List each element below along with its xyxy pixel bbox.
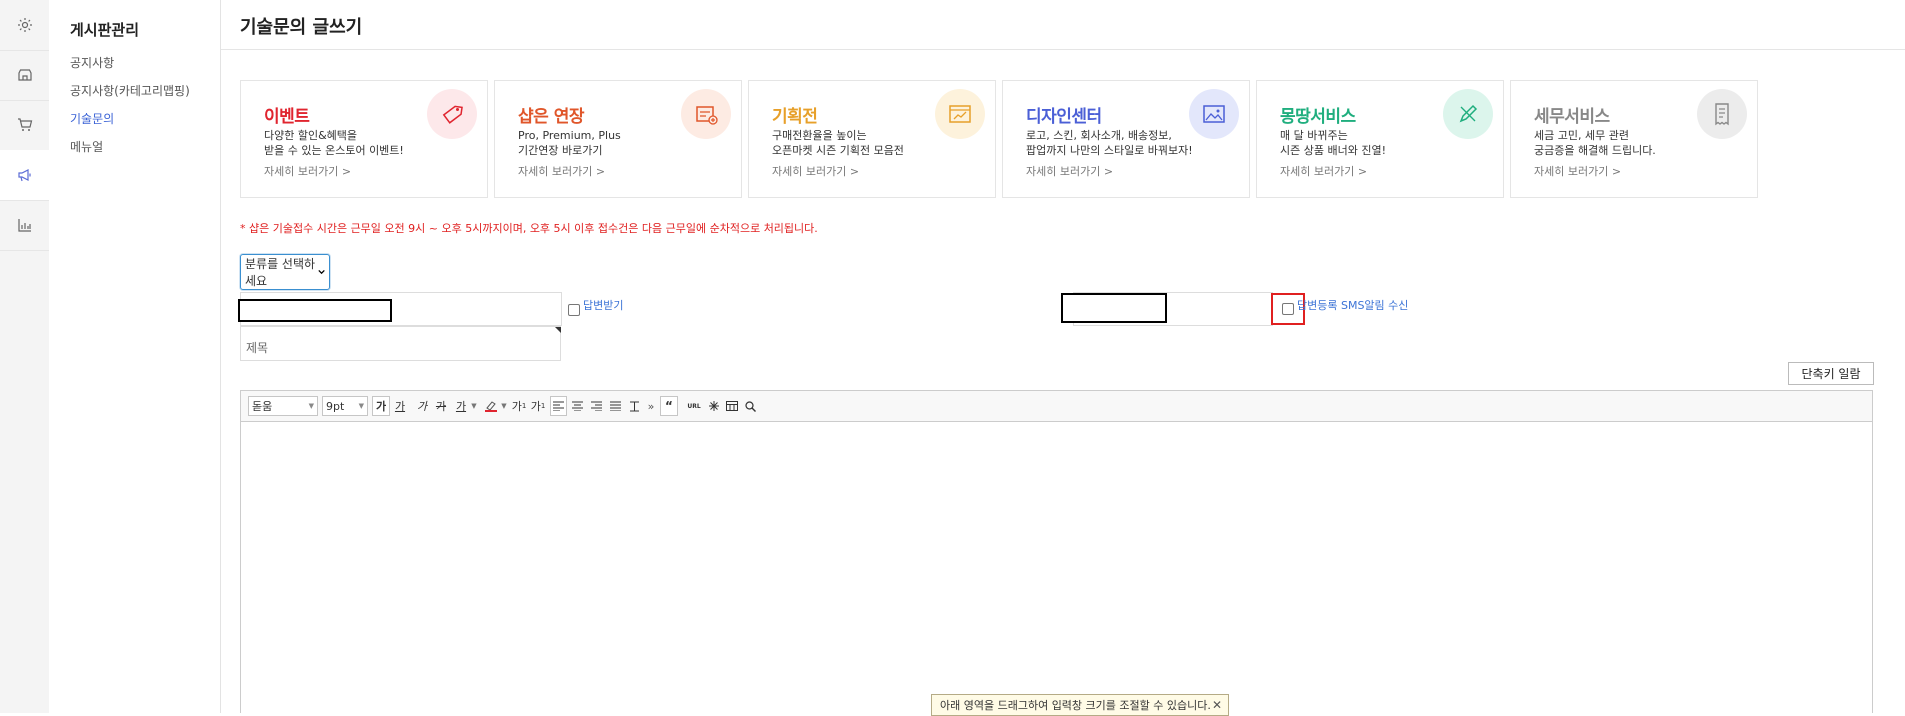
bold-button[interactable]: 가 [372, 396, 390, 416]
card-desc: 다양한 할인&혜택을 받을 수 있는 온스토어 이벤트! [264, 129, 404, 157]
asterisk-icon [709, 401, 719, 411]
bar-chart-icon [17, 219, 31, 232]
calendar-plus-icon [681, 89, 731, 139]
chevron-down-icon [318, 269, 325, 275]
card-tax-service[interactable]: 세무서비스 세금 고민, 세무 관련 궁금증을 해결해 드립니다. 자세히 보러가… [1510, 80, 1758, 198]
trend-chart-icon [935, 89, 985, 139]
find-button[interactable] [742, 396, 758, 416]
special-char-button[interactable] [706, 396, 722, 416]
phone-input[interactable] [1061, 293, 1167, 323]
sidebar: 게시판관리 공지사항 공지사항(카테고리맵핑) 기술문의 메뉴얼 [49, 0, 221, 713]
card-extension[interactable]: 샵은 연장 Pro, Premium, Plus 기간연장 바로가기 자세히 보러… [494, 80, 742, 198]
card-title: 디자인센터 [1026, 107, 1102, 127]
sms-label[interactable]: 답변등록 SMS알림 수신 [1297, 297, 1408, 313]
gear-icon [17, 18, 32, 32]
close-icon[interactable]: ✕ [1212, 698, 1222, 712]
image-icon [1189, 89, 1239, 139]
line-height-icon [630, 401, 639, 411]
category-select-value: 분류를 선택하세요 [245, 257, 316, 288]
cart-icon [17, 118, 32, 131]
subscript-button[interactable]: 가1 [529, 396, 547, 416]
reply-label[interactable]: 답변받기 [583, 297, 623, 313]
rich-text-editor[interactable]: 돋움 ▼ 9pt ▼ 가 가 가 가 가 ▼ ▼ 가1 가1 » “ URL 아… [240, 390, 1873, 716]
card-desc: 매 달 바뀌주는 시즌 상품 배너와 진열! [1280, 129, 1386, 157]
pencil-ruler-icon [1443, 89, 1493, 139]
highlight-icon [485, 401, 497, 412]
card-desc: 로고, 스킨, 회사소개, 배송정보, 팝업까지 나만의 스타일로 바꿔보자! [1026, 129, 1193, 157]
align-right-button[interactable] [588, 396, 605, 416]
receipt-icon [1697, 89, 1747, 139]
icon-rail [0, 0, 50, 713]
more-tools-icon[interactable]: » [646, 396, 656, 416]
highlight-dropdown-icon[interactable]: ▼ [500, 396, 508, 416]
strike-button[interactable]: 가 [432, 396, 450, 416]
underline-button[interactable]: 가 [391, 396, 409, 416]
megaphone-icon [17, 169, 31, 182]
align-justify-button[interactable] [607, 396, 624, 416]
reply-checkbox[interactable] [568, 304, 580, 316]
card-title: 이벤트 [264, 107, 310, 127]
font-size-dropdown[interactable]: 9pt ▼ [322, 396, 368, 416]
align-left-icon [553, 401, 564, 411]
font-color-dropdown-icon[interactable]: ▼ [470, 396, 478, 416]
card-exhibition[interactable]: 기획전 구매전환율을 높이는 오픈마켓 시즌 기획전 모음전 자세히 보러가기 > [748, 80, 996, 198]
sidebar-item-notice-category[interactable]: 공지사항(카테고리맵핑) [70, 82, 190, 99]
italic-button[interactable]: 가 [413, 396, 431, 416]
card-title: 세무서비스 [1534, 107, 1610, 127]
editor-toolbar: 돋움 ▼ 9pt ▼ 가 가 가 가 가 ▼ ▼ 가1 가1 » “ URL [241, 391, 1872, 422]
font-color-button[interactable]: 가 [452, 396, 470, 416]
quote-button[interactable]: “ [660, 396, 678, 416]
line-height-button[interactable] [626, 396, 643, 416]
card-design-center[interactable]: 디자인센터 로고, 스킨, 회사소개, 배송정보, 팝업까지 나만의 스타일로 바… [1002, 80, 1250, 198]
highlight-color-button[interactable] [482, 396, 500, 416]
card-title: 기획전 [772, 107, 818, 127]
card-desc: 구매전환율을 높이는 오픈마켓 시즌 기획전 모음전 [772, 129, 904, 157]
title-divider [221, 49, 1905, 50]
sms-checkbox[interactable] [1282, 303, 1294, 315]
board-nav[interactable] [0, 150, 49, 201]
align-left-button[interactable] [550, 396, 567, 416]
card-desc: 세금 고민, 세무 관련 궁금증을 해결해 드립니다. [1534, 129, 1656, 157]
url-button[interactable]: URL [684, 396, 704, 416]
align-justify-icon [610, 401, 621, 411]
table-icon [726, 401, 738, 411]
card-more-link[interactable]: 자세히 보러가기 > [264, 163, 351, 179]
align-right-icon [591, 401, 602, 411]
card-more-link[interactable]: 자세히 보러가기 > [1534, 163, 1621, 179]
card-more-link[interactable]: 자세히 보러가기 > [1280, 163, 1367, 179]
shortcut-list-button[interactable]: 단축키 일람 [1788, 362, 1874, 385]
card-desc: Pro, Premium, Plus 기간연장 바로가기 [518, 129, 621, 157]
notice-text: * 샵은 기술접수 시간은 근무일 오전 9시 ~ 오후 5시까지이며, 오후 … [240, 222, 818, 235]
category-select[interactable]: 분류를 선택하세요 [240, 254, 330, 290]
sale-tag-icon [427, 89, 477, 139]
page-title: 기술문의 글쓰기 [240, 17, 363, 38]
card-all-service[interactable]: 몽땅서비스 매 달 바뀌주는 시즌 상품 배너와 진열! 자세히 보러가기 > [1256, 80, 1504, 198]
shop-nav[interactable] [0, 50, 49, 101]
cart-nav[interactable] [0, 100, 49, 151]
card-more-link[interactable]: 자세히 보러가기 > [772, 163, 859, 179]
sidebar-item-notice[interactable]: 공지사항 [70, 54, 114, 71]
align-center-button[interactable] [569, 396, 586, 416]
main-content: 기술문의 글쓰기 이벤트 다양한 할인&혜택을 받을 수 있는 온스토어 이벤트!… [221, 0, 1905, 716]
align-center-icon [572, 401, 583, 411]
card-event[interactable]: 이벤트 다양한 할인&혜택을 받을 수 있는 온스토어 이벤트! 자세히 보러가기… [240, 80, 488, 198]
card-title: 몽땅서비스 [1280, 107, 1356, 127]
stats-nav[interactable] [0, 200, 49, 251]
card-more-link[interactable]: 자세히 보러가기 > [1026, 163, 1113, 179]
font-family-dropdown[interactable]: 돋움 ▼ [248, 396, 318, 416]
card-more-link[interactable]: 자세히 보러가기 > [518, 163, 605, 179]
table-button[interactable] [724, 396, 740, 416]
sidebar-item-tech-inquiry[interactable]: 기술문의 [70, 110, 114, 127]
sidebar-item-manual[interactable]: 메뉴얼 [70, 138, 103, 155]
card-title: 샵은 연장 [518, 107, 584, 127]
settings-nav[interactable] [0, 0, 49, 51]
superscript-button[interactable]: 가1 [510, 396, 528, 416]
resize-corner-icon [555, 327, 561, 333]
subject-input[interactable]: 제목 [240, 326, 561, 361]
shop-icon [17, 69, 32, 81]
name-input[interactable] [238, 299, 392, 322]
sidebar-title: 게시판관리 [70, 21, 140, 39]
search-icon [744, 400, 756, 412]
